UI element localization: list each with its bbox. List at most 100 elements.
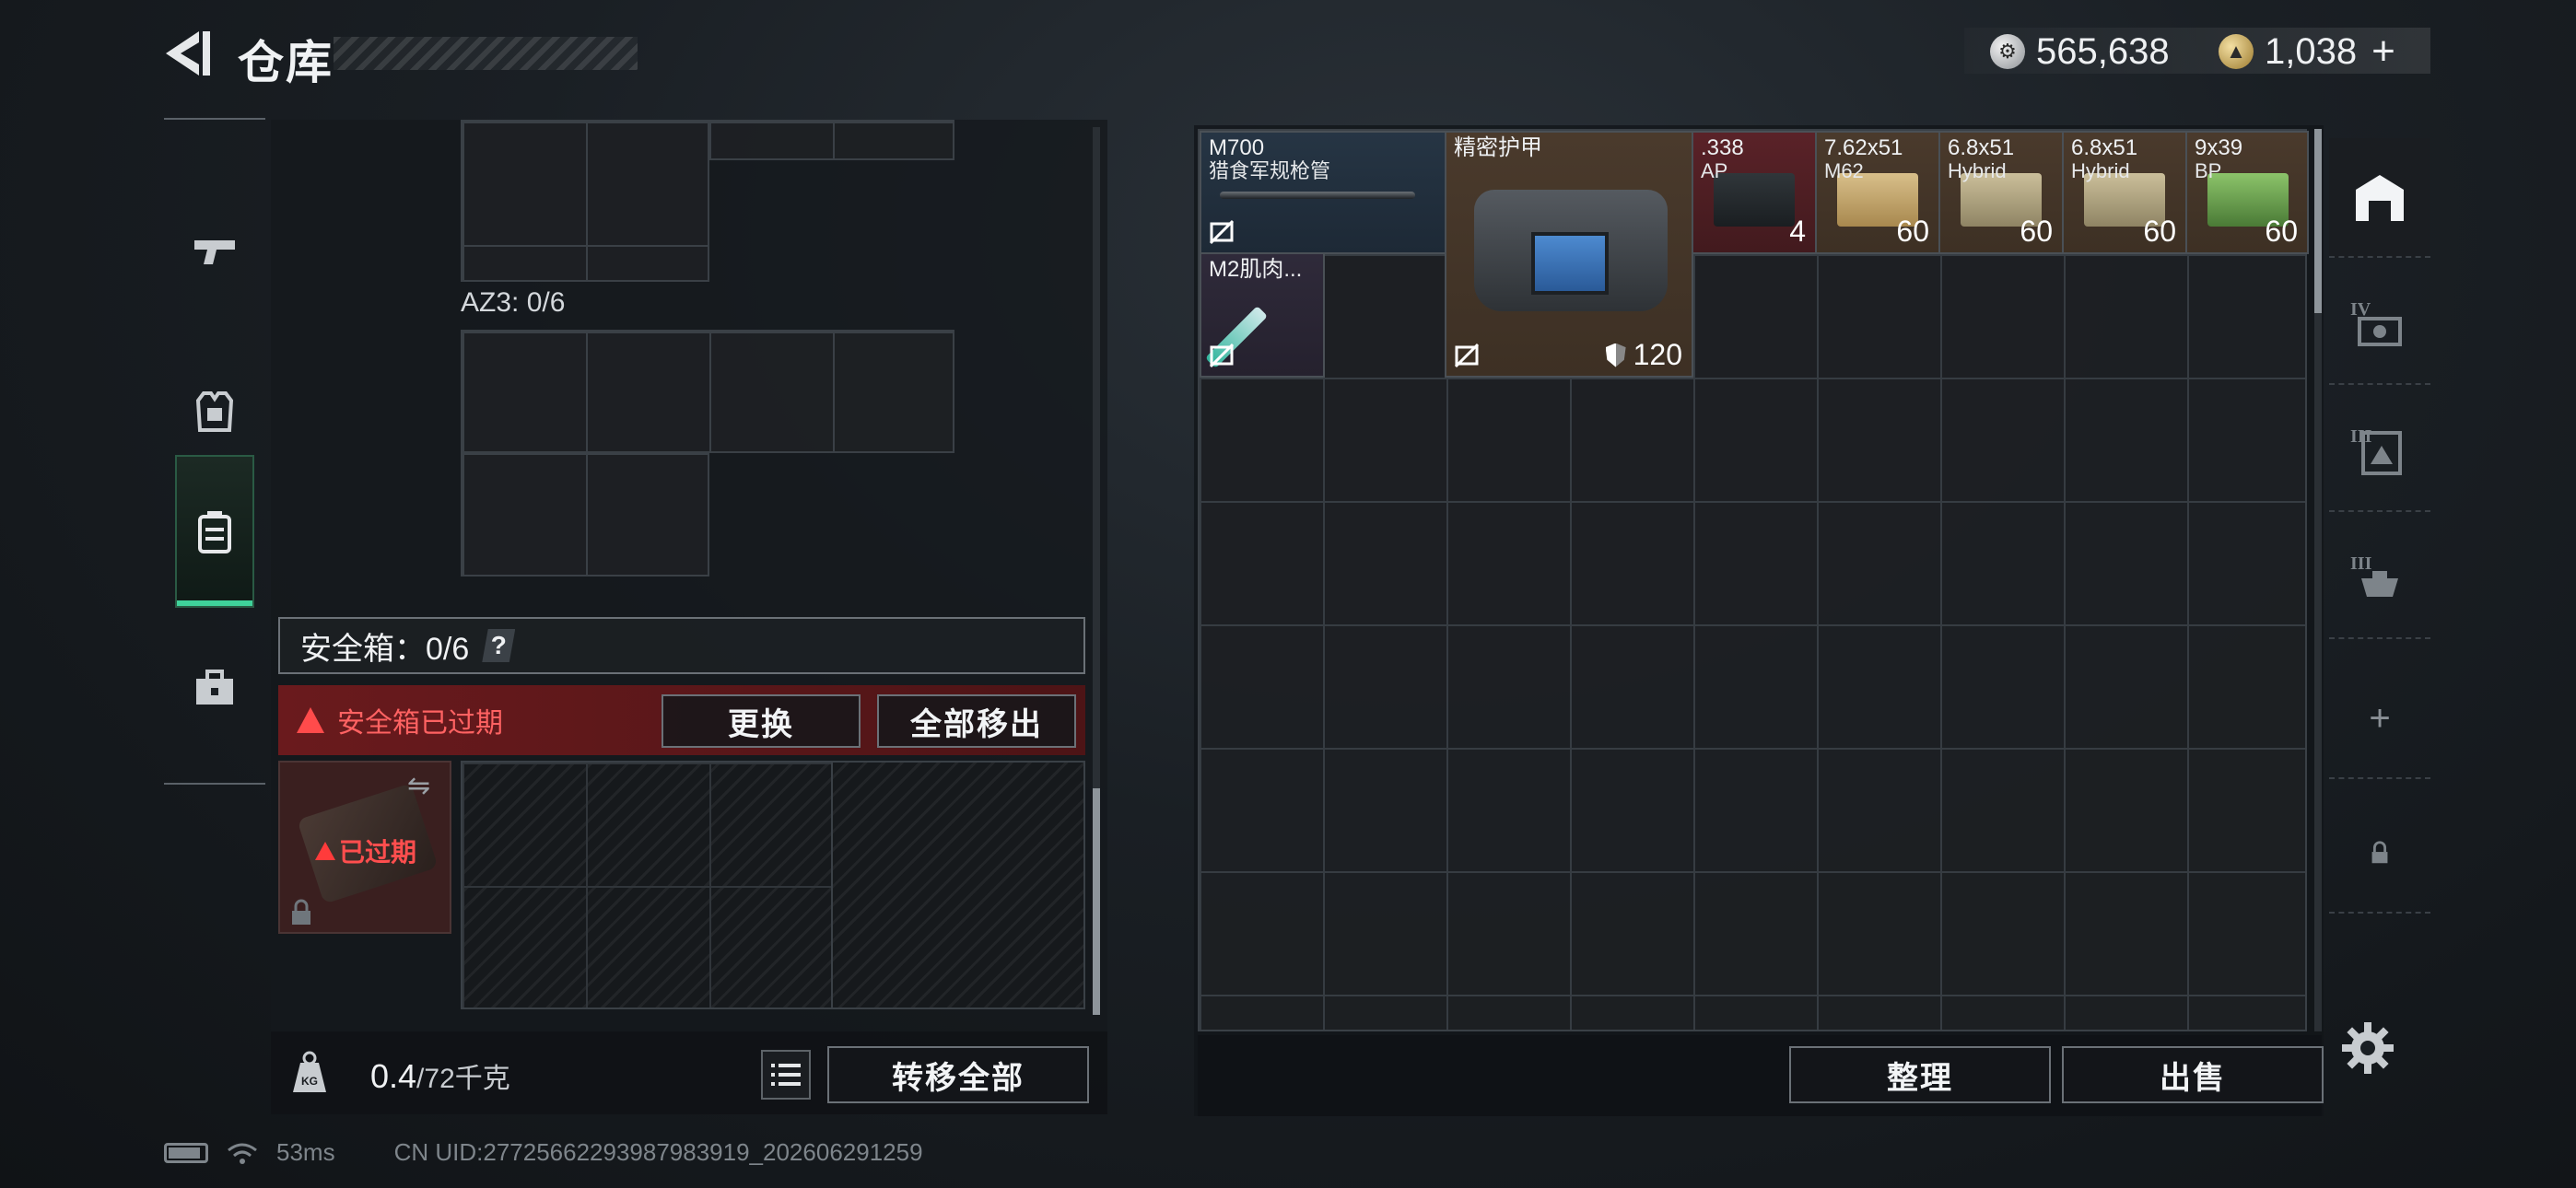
replace-button[interactable]: 更换 bbox=[662, 694, 861, 748]
swap-icon[interactable]: ⇋ bbox=[407, 770, 440, 801]
tab-storage-3[interactable]: III bbox=[2329, 392, 2430, 512]
tab-storage-3b[interactable]: III bbox=[2329, 519, 2430, 639]
warehouse-item[interactable]: M700 猎食军规枪管 bbox=[1200, 131, 1446, 254]
help-button[interactable]: ? bbox=[482, 629, 516, 662]
backpack-grid-upper-right[interactable] bbox=[708, 120, 954, 160]
silver-amount: 565,638 bbox=[2036, 30, 2170, 72]
silver-coin-icon: ⚙ bbox=[1990, 34, 2025, 69]
wifi-icon bbox=[228, 1143, 257, 1164]
safe-box-header: 安全箱：0/6 ? bbox=[278, 617, 1085, 674]
expired-tag-text: 已过期 bbox=[339, 838, 417, 867]
safe-box-cells[interactable] bbox=[463, 763, 833, 1007]
warehouse-item[interactable]: 精密护甲 120 bbox=[1445, 131, 1693, 378]
storage-tier3b-icon: III bbox=[2350, 553, 2398, 597]
sidebar-item-supplies[interactable] bbox=[175, 611, 254, 764]
item-count: 60 bbox=[2265, 215, 2298, 248]
item-name: M700 bbox=[1209, 135, 1265, 160]
item-name: 9x39 bbox=[2195, 135, 2243, 160]
pistol-icon bbox=[194, 240, 235, 264]
back-arrow-icon[interactable] bbox=[158, 26, 214, 81]
item-subname: 猎食军规枪管 bbox=[1209, 159, 1331, 182]
sidebar-item-backpack[interactable] bbox=[175, 455, 254, 608]
backpack-scroll-thumb[interactable] bbox=[1093, 788, 1100, 1015]
category-sidebar bbox=[164, 118, 265, 785]
page-title: 仓库 bbox=[238, 37, 334, 88]
tab-warehouse[interactable] bbox=[2329, 138, 2430, 258]
tab-add[interactable]: + bbox=[2329, 659, 2430, 779]
battery-icon bbox=[164, 1142, 208, 1163]
sort-button[interactable]: 整理 bbox=[1789, 1046, 2051, 1103]
tab-storage-4[interactable]: IV bbox=[2329, 265, 2430, 385]
item-subname: M62 bbox=[1824, 159, 1864, 182]
sidebar-item-weapons[interactable] bbox=[175, 175, 254, 328]
gold-currency[interactable]: ▲ 1,038 + bbox=[2219, 29, 2395, 74]
list-icon bbox=[771, 1064, 801, 1086]
no-trade-icon bbox=[1209, 343, 1235, 368]
list-view-button[interactable] bbox=[761, 1050, 811, 1100]
svg-text:III: III bbox=[2350, 426, 2372, 447]
svg-text:IV: IV bbox=[2350, 299, 2371, 320]
durability-value: 120 bbox=[1633, 338, 1682, 371]
svg-text:KG: KG bbox=[301, 1075, 318, 1088]
warehouse-grid[interactable]: M700 猎食军规枪管 精密护甲 120 .338 AP 4 7.62x51 M… bbox=[1198, 129, 2309, 1031]
gold-amount: 1,038 bbox=[2265, 30, 2358, 72]
warehouse-item[interactable]: 7.62x51 M62 60 bbox=[1815, 131, 1940, 254]
warning-icon bbox=[315, 842, 335, 860]
silver-currency: ⚙ 565,638 bbox=[1990, 29, 2170, 74]
az3-grid-bottom[interactable] bbox=[461, 451, 709, 577]
gear-icon[interactable] bbox=[2340, 1020, 2395, 1076]
transfer-all-button[interactable]: 转移全部 bbox=[827, 1046, 1089, 1103]
item-name: 7.62x51 bbox=[1824, 135, 1903, 160]
warning-icon bbox=[297, 707, 324, 733]
item-count: 60 bbox=[1896, 215, 1929, 248]
storage-tier3-icon: III bbox=[2350, 426, 2402, 475]
storage-tier4-icon: IV bbox=[2350, 299, 2402, 346]
status-bar: 53ms CN UID:27725662293987983919_2026062… bbox=[164, 1138, 923, 1167]
az3-grid-top[interactable] bbox=[461, 330, 954, 453]
item-name: 精密护甲 bbox=[1454, 135, 1542, 160]
armor-durability: 120 bbox=[1605, 338, 1682, 372]
safe-box-slot[interactable]: ⇋ 已过期 bbox=[278, 761, 451, 934]
item-name: 6.8x51 bbox=[2071, 135, 2138, 160]
no-trade-icon bbox=[1209, 219, 1235, 245]
barrel-image bbox=[1220, 192, 1415, 199]
weight-value: 0.4 bbox=[370, 1057, 417, 1095]
tab-locked[interactable] bbox=[2329, 794, 2430, 914]
ping-value: 53ms bbox=[276, 1138, 335, 1166]
warehouse-item[interactable]: .338 AP 4 bbox=[1692, 131, 1817, 254]
gold-coin-icon: ▲ bbox=[2219, 34, 2254, 69]
item-count: 60 bbox=[2143, 215, 2176, 248]
az3-label: AZ3: 0/6 bbox=[461, 287, 566, 318]
remove-all-button[interactable]: 全部移出 bbox=[877, 694, 1076, 748]
svg-text:III: III bbox=[2350, 553, 2372, 574]
backpack-icon bbox=[198, 511, 231, 553]
warehouse-item[interactable]: 6.8x51 Hybrid 60 bbox=[2062, 131, 2187, 254]
add-currency-button[interactable]: + bbox=[2371, 29, 2395, 75]
item-subname: AP bbox=[1701, 159, 1728, 182]
backpack-grid-upper[interactable] bbox=[461, 120, 709, 282]
expired-notice-text: 安全箱已过期 bbox=[337, 708, 503, 739]
sell-button[interactable]: 出售 bbox=[2062, 1046, 2324, 1103]
warehouse-item[interactable]: M2肌肉... bbox=[1200, 252, 1325, 378]
lock-icon bbox=[292, 899, 310, 925]
armor-plate bbox=[1531, 232, 1609, 295]
item-name: M2肌肉... bbox=[1209, 257, 1303, 282]
weight-capacity: /72千克 bbox=[416, 1064, 510, 1094]
no-trade-icon bbox=[1454, 343, 1480, 368]
safe-box-grid[interactable] bbox=[461, 761, 1085, 1009]
item-subname: Hybrid bbox=[1948, 159, 2007, 182]
title-decoration bbox=[334, 37, 638, 70]
shield-icon bbox=[1605, 343, 1626, 367]
item-subname: BP bbox=[2195, 159, 2222, 182]
toolbox-icon bbox=[196, 670, 233, 705]
warehouse-item[interactable]: 6.8x51 Hybrid 60 bbox=[1938, 131, 2064, 254]
item-count: 4 bbox=[1789, 215, 1806, 248]
warehouse-item[interactable]: 9x39 BP 60 bbox=[2185, 131, 2309, 254]
item-count: 60 bbox=[2020, 215, 2053, 248]
item-name: .338 bbox=[1701, 135, 1744, 160]
safe-box-label: 安全箱：0/6 bbox=[300, 631, 470, 667]
item-name: 6.8x51 bbox=[1948, 135, 2015, 160]
weight-icon: KG bbox=[293, 1051, 326, 1092]
warehouse-scroll-thumb[interactable] bbox=[2314, 129, 2322, 313]
expired-tag: 已过期 bbox=[315, 833, 416, 869]
